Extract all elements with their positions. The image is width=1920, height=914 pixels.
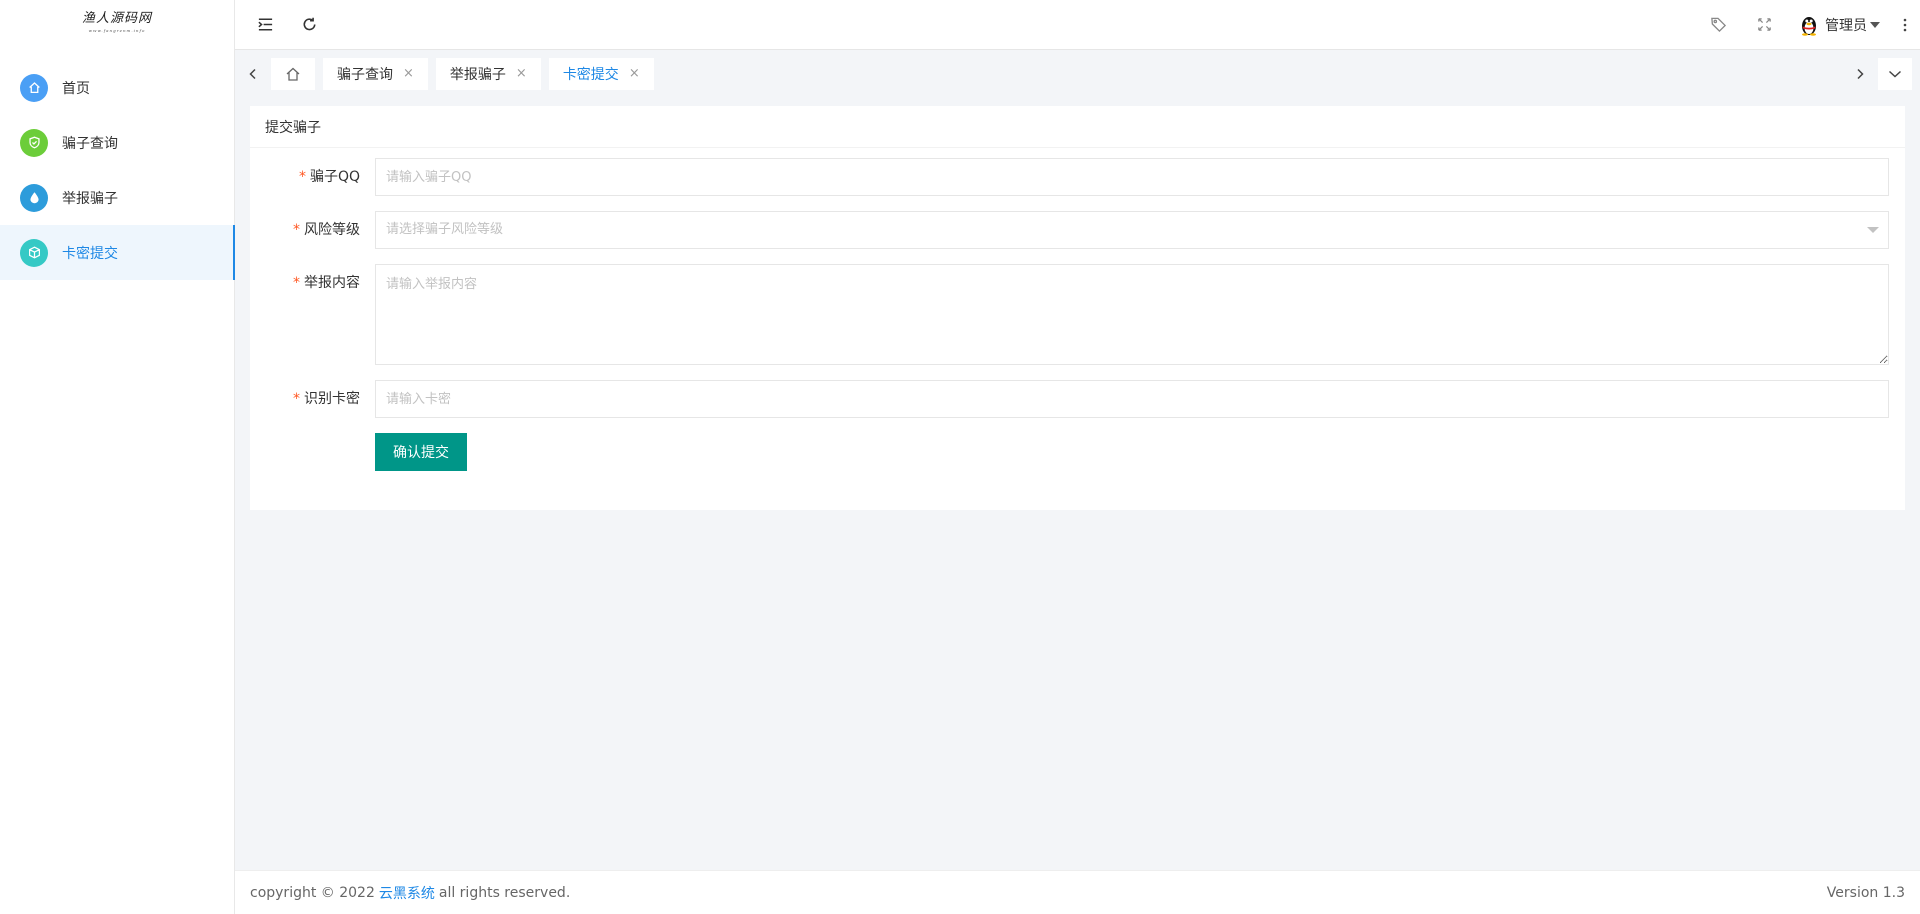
risk-level-select[interactable]: 请选择骗子风险等级 <box>375 211 1889 249</box>
sidebar-item-report-scammer[interactable]: 举报骗子 <box>0 170 234 225</box>
tab-report-scammer[interactable]: 举报骗子 × <box>435 57 541 90</box>
form-row-risk: * 风险等级 请选择骗子风险等级 <box>250 211 1905 249</box>
refresh-icon <box>303 17 315 31</box>
chevron-down-icon <box>1888 70 1902 78</box>
sidebar-item-home[interactable]: 首页 <box>0 60 234 115</box>
card-code-input[interactable] <box>375 380 1889 418</box>
risk-level-select-placeholder: 请选择骗子风险等级 <box>375 211 1889 249</box>
content-label: * 举报内容 <box>293 275 360 291</box>
fullscreen-button[interactable] <box>1741 0 1787 50</box>
logo-subtext: www.fangrenm.info <box>88 28 146 33</box>
qq-penguin-icon <box>1802 16 1816 36</box>
submit-scammer-card: 提交骗子 *骗子QQ *风险等级 请选择骗子风险等级 *举报内容 *识别卡密 确… <box>250 106 1905 510</box>
page-tabs-bar: 骗子查询 × 举报骗子 × 卡密提交 × <box>235 51 1920 96</box>
indent-icon <box>257 18 272 31</box>
tab-home[interactable] <box>271 57 315 90</box>
close-icon[interactable]: × <box>516 66 527 81</box>
scammer-qq-input[interactable] <box>375 158 1889 196</box>
copyright-text: copyright © 2022 <box>250 884 375 901</box>
tabs-scroll-left-button[interactable] <box>235 51 271 96</box>
cube-icon <box>20 238 48 267</box>
shield-check-icon <box>20 128 48 157</box>
submit-form: *骗子QQ *风险等级 请选择骗子风险等级 *举报内容 *识别卡密 确认提交 <box>250 148 1905 471</box>
required-mark: * <box>298 169 306 185</box>
confirm-submit-button[interactable]: 确认提交 <box>375 433 467 471</box>
tab-label: 举报骗子 <box>449 66 506 83</box>
qq-label: * 骗子QQ <box>298 169 360 185</box>
tabs-scroll-right-button[interactable] <box>1842 51 1878 96</box>
required-mark: * <box>293 222 300 238</box>
theme-button[interactable] <box>1695 0 1741 50</box>
tab-search-scammer[interactable]: 骗子查询 × <box>323 57 428 90</box>
menu-collapse-button[interactable] <box>243 0 287 50</box>
drop-icon <box>20 183 48 212</box>
chevron-left-icon <box>249 68 256 79</box>
more-options-button[interactable] <box>1890 0 1920 50</box>
user-name: 管理员 <box>1825 17 1867 34</box>
tab-card-submit[interactable]: 卡密提交 × <box>548 57 654 90</box>
vertical-dots-icon <box>1903 18 1907 31</box>
home-icon <box>20 73 48 102</box>
sidebar-item-card-submit[interactable]: 卡密提交 <box>0 225 235 280</box>
version-text: Version 1.3 <box>1826 884 1905 901</box>
sidebar-nav: 首页 骗子查询 举报骗子 卡密提交 <box>0 60 235 280</box>
home-icon <box>286 67 300 81</box>
form-row-card-code: * 识别卡密 <box>250 380 1905 418</box>
logo-text: 渔人源码网 <box>81 11 152 26</box>
caret-down-icon <box>1867 227 1879 233</box>
chevron-right-icon <box>1857 68 1864 79</box>
tag-icon <box>1710 17 1726 33</box>
user-menu[interactable]: 管理员 <box>1787 0 1890 50</box>
close-icon[interactable]: × <box>629 66 640 81</box>
footer: copyright © 2022 云黑系统 all rights reserve… <box>235 870 1920 914</box>
sidebar-item-label: 首页 <box>62 80 90 97</box>
brand-link[interactable]: 云黑系统 <box>379 883 435 903</box>
required-mark: * <box>293 391 300 407</box>
refresh-button[interactable] <box>287 0 331 50</box>
sidebar-item-search-scammer[interactable]: 骗子查询 <box>0 115 234 170</box>
top-header: 管理员 <box>235 0 1920 50</box>
sidebar: 渔人源码网 www.fangrenm.info 首页 骗子查询 举报骗子 卡密提… <box>0 0 235 914</box>
required-mark: * <box>293 275 300 291</box>
close-icon[interactable]: × <box>403 66 414 81</box>
sidebar-item-label: 举报骗子 <box>62 190 118 207</box>
card-code-label: * 识别卡密 <box>293 391 360 407</box>
form-row-content: * 举报内容 <box>250 264 1905 365</box>
sidebar-item-label: 卡密提交 <box>62 245 118 262</box>
card-title: 提交骗子 <box>250 106 1905 148</box>
caret-down-icon <box>1870 21 1880 28</box>
sidebar-item-label: 骗子查询 <box>62 135 118 152</box>
tab-label: 骗子查询 <box>337 66 393 83</box>
fullscreen-icon <box>1757 18 1771 31</box>
report-content-textarea[interactable] <box>375 264 1889 365</box>
copyright-suffix: all rights reserved. <box>438 884 571 901</box>
tabs-dropdown-button[interactable] <box>1878 57 1912 90</box>
logo[interactable]: 渔人源码网 www.fangrenm.info <box>0 0 234 50</box>
form-row-qq: * 骗子QQ <box>250 158 1905 196</box>
risk-label: * 风险等级 <box>293 222 360 238</box>
tab-label: 卡密提交 <box>562 66 619 83</box>
